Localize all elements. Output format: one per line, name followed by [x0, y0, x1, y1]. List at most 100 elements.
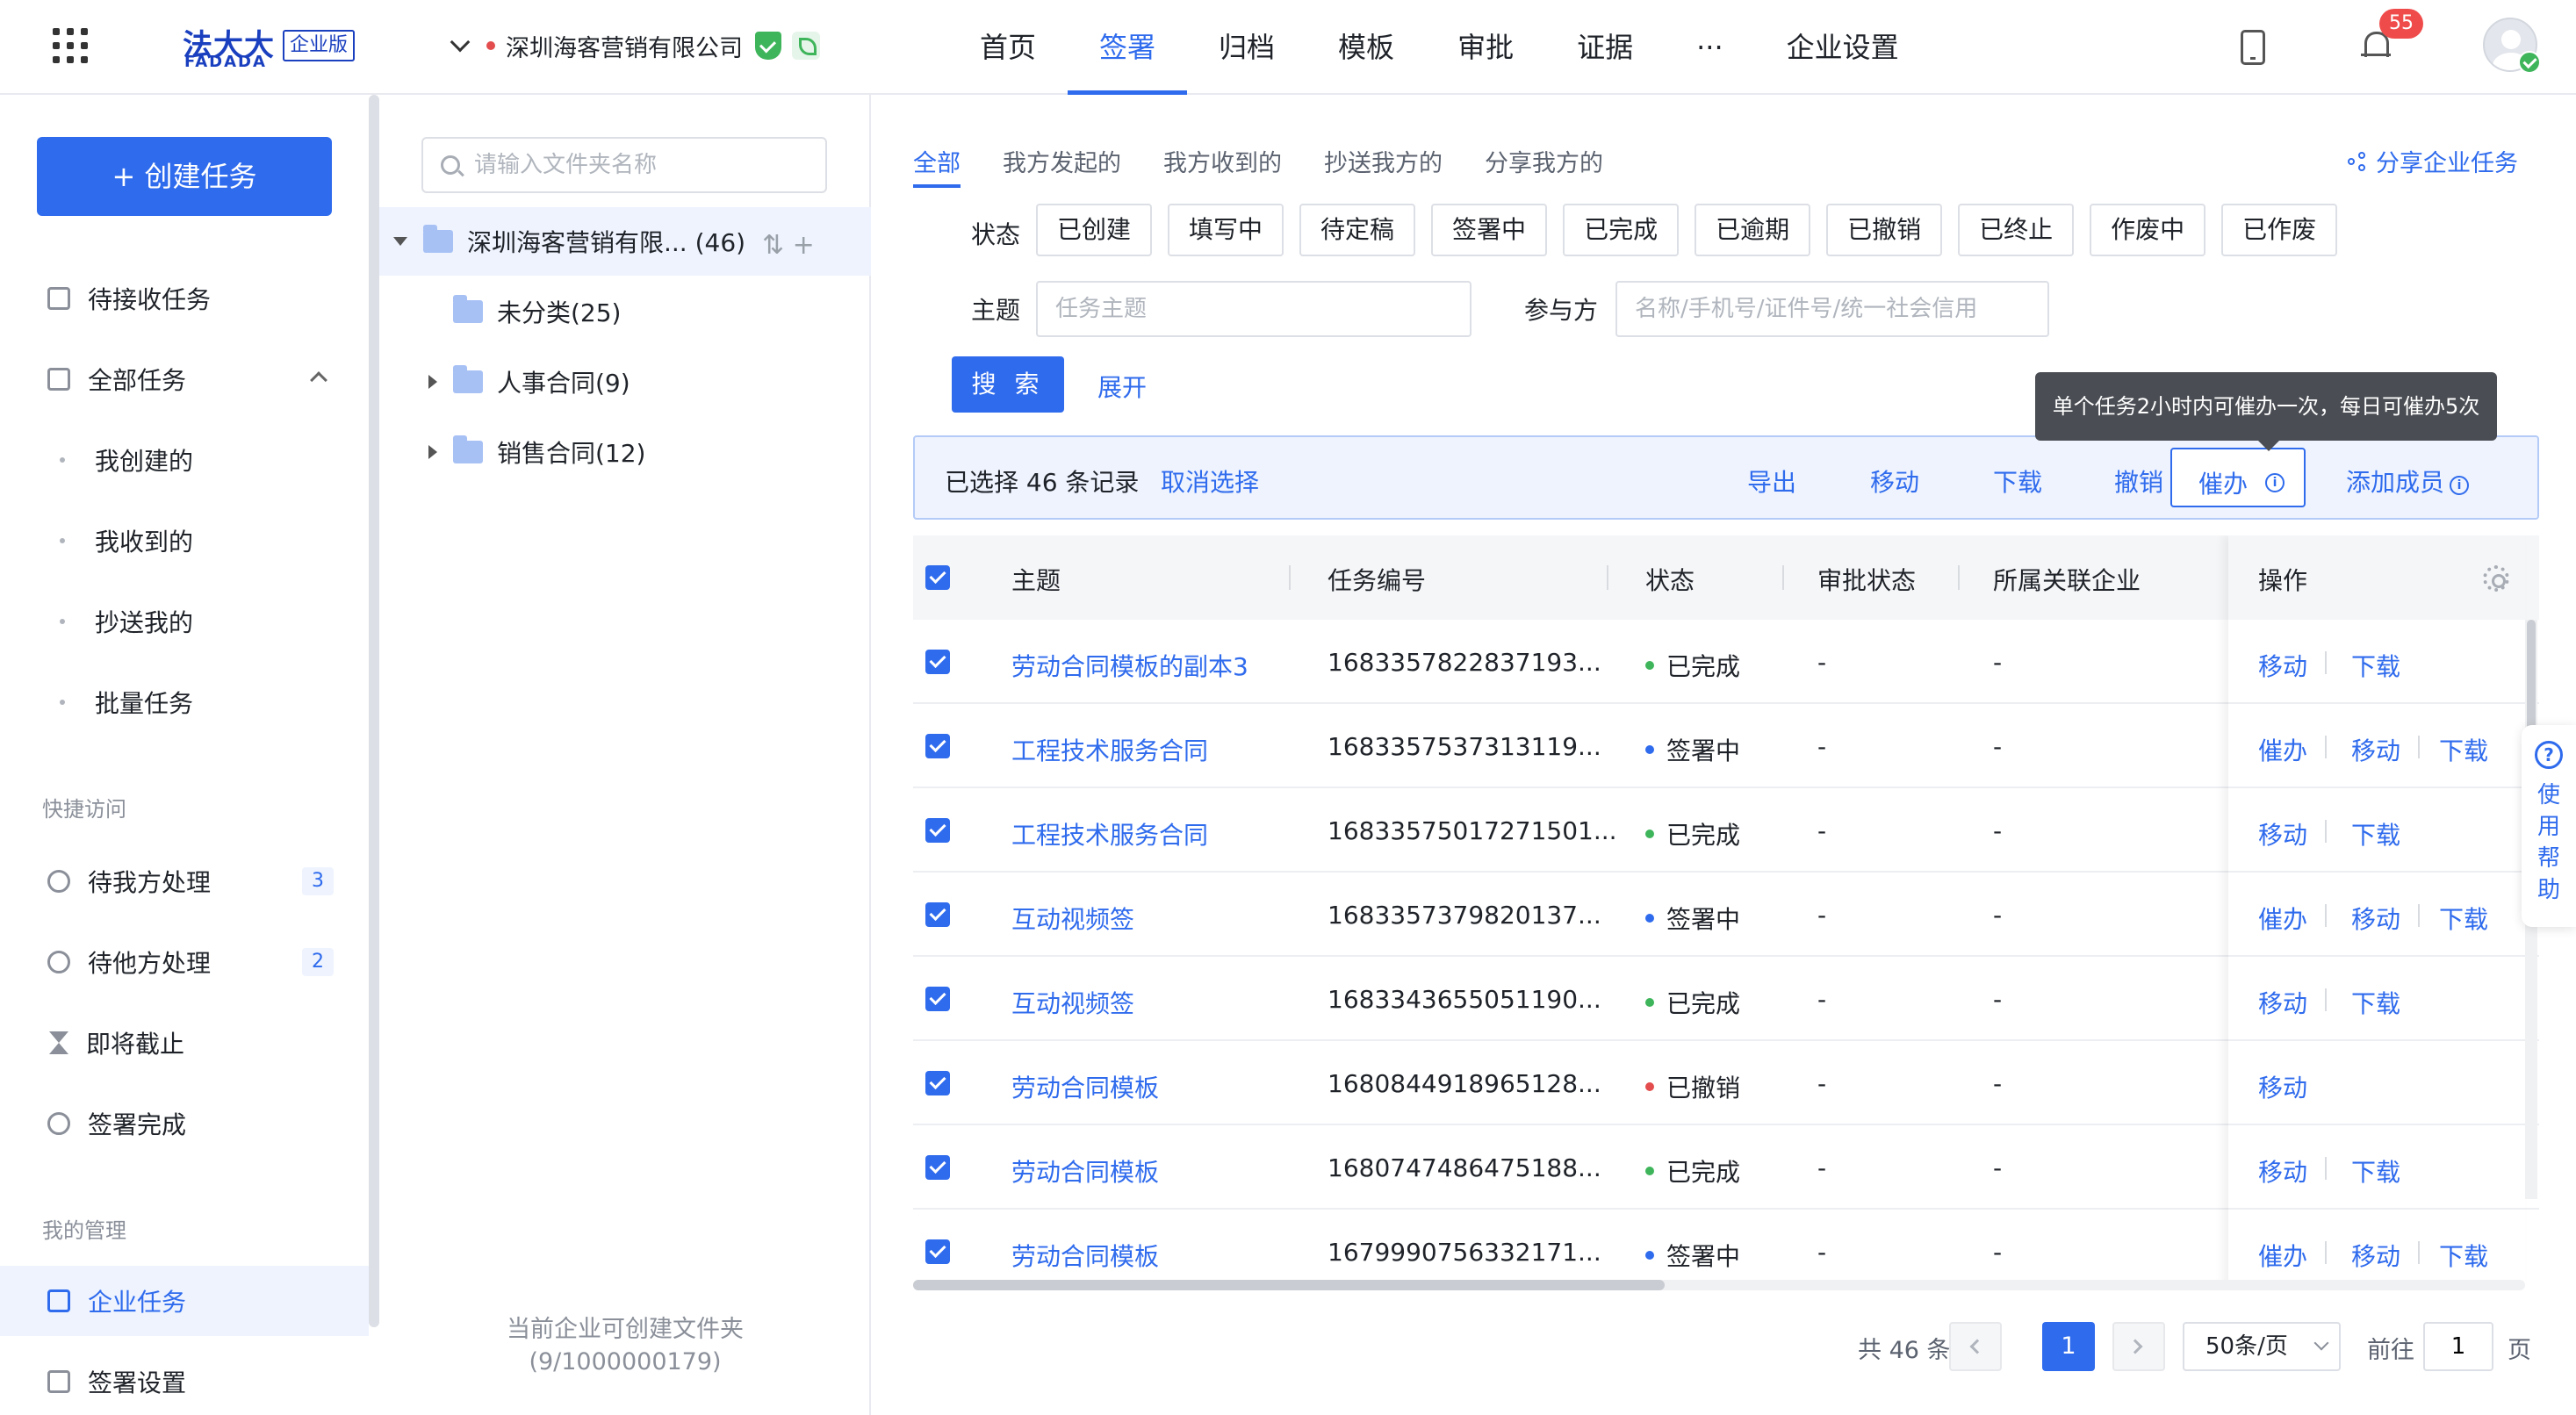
- column-header-subject[interactable]: 主题: [1011, 562, 1061, 597]
- column-header-task-number[interactable]: 任务编号: [1328, 562, 1426, 597]
- export-button[interactable]: 导出: [1747, 463, 1796, 499]
- folder-item[interactable]: 人事合同(9): [379, 348, 871, 416]
- status-chip[interactable]: 作废中: [2090, 204, 2206, 256]
- nav-item[interactable]: 模板: [1306, 0, 1426, 95]
- row-checkbox[interactable]: [925, 734, 950, 758]
- folder-root[interactable]: 深圳海客营销有限... (46) ⇅ +: [379, 207, 871, 276]
- row-checkbox[interactable]: [925, 650, 950, 674]
- company-switcher[interactable]: 深圳海客营销有限公司: [448, 26, 820, 65]
- task-title-link[interactable]: 劳动合同模板: [1011, 1153, 1159, 1189]
- row-checkbox[interactable]: [925, 818, 950, 843]
- row-checkbox[interactable]: [925, 1239, 950, 1264]
- row-action-link[interactable]: 移动: [2351, 732, 2400, 767]
- row-action-link[interactable]: 下载: [2439, 901, 2488, 936]
- gear-icon[interactable]: [2483, 565, 2509, 592]
- row-action-link[interactable]: 下载: [2351, 1153, 2400, 1189]
- status-chip[interactable]: 签署中: [1431, 204, 1548, 256]
- help-float-button[interactable]: ? 使用帮助: [2522, 725, 2576, 927]
- row-action-link[interactable]: 移动: [2258, 1153, 2307, 1189]
- task-title-link[interactable]: 互动视频签: [1011, 985, 1134, 1020]
- nav-item[interactable]: 归档: [1187, 0, 1306, 95]
- nav-item[interactable]: 首页: [948, 0, 1068, 95]
- status-chip[interactable]: 已完成: [1563, 204, 1680, 256]
- sidebar-subitem-batch[interactable]: 批量任务: [0, 667, 369, 737]
- status-chip[interactable]: 已作废: [2221, 204, 2338, 256]
- caret-right-icon[interactable]: [428, 445, 437, 459]
- nav-item[interactable]: 企业设置: [1755, 0, 1931, 95]
- row-action-link[interactable]: 催办: [2258, 1238, 2307, 1273]
- task-tab[interactable]: 全部: [913, 144, 961, 188]
- nav-item[interactable]: ···: [1665, 0, 1755, 95]
- row-action-link[interactable]: 移动: [2351, 1238, 2400, 1273]
- table-horizontal-scrollbar[interactable]: [913, 1280, 2525, 1290]
- row-action-link[interactable]: 下载: [2351, 816, 2400, 851]
- expand-filters-link[interactable]: 展开: [1097, 369, 1147, 404]
- status-chip[interactable]: 填写中: [1168, 204, 1284, 256]
- prev-page-button[interactable]: [1949, 1322, 2002, 1371]
- task-title-link[interactable]: 工程技术服务合同: [1011, 816, 1208, 851]
- current-page-button[interactable]: 1: [2042, 1322, 2095, 1371]
- column-header-status[interactable]: 状态: [1645, 562, 1695, 597]
- nav-item[interactable]: 签署: [1068, 0, 1188, 95]
- sidebar-subitem-created[interactable]: 我创建的: [0, 425, 369, 495]
- folder-tools[interactable]: ⇅ +: [762, 230, 815, 261]
- row-action-link[interactable]: 催办: [2258, 732, 2307, 767]
- urge-button[interactable]: 催办 i: [2170, 448, 2306, 507]
- row-action-link[interactable]: 移动: [2258, 1069, 2307, 1104]
- nav-item[interactable]: 证据: [1545, 0, 1665, 95]
- sidebar-item-pending-receive[interactable]: 待接收任务: [0, 263, 369, 334]
- row-action-link[interactable]: 移动: [2258, 648, 2307, 683]
- sidebar-item-all-tasks[interactable]: 全部任务: [0, 344, 369, 414]
- row-checkbox[interactable]: [925, 1071, 950, 1095]
- sidebar-item-sign-settings[interactable]: 签署设置: [0, 1347, 369, 1415]
- row-checkbox[interactable]: [925, 987, 950, 1011]
- status-chip[interactable]: 已撤销: [1826, 204, 1943, 256]
- page-size-select[interactable]: 50条/页: [2183, 1322, 2341, 1371]
- task-title-link[interactable]: 劳动合同模板的副本3: [1011, 648, 1248, 683]
- nav-item[interactable]: 审批: [1426, 0, 1545, 95]
- task-tab[interactable]: 抄送我方的: [1324, 144, 1443, 188]
- row-checkbox[interactable]: [925, 1155, 950, 1180]
- share-enterprise-tasks-link[interactable]: 分享企业任务: [2348, 144, 2518, 178]
- sidebar-subitem-cc[interactable]: 抄送我的: [0, 586, 369, 657]
- row-action-link[interactable]: 下载: [2439, 1238, 2488, 1273]
- cancel-selection-link[interactable]: 取消选择: [1161, 463, 1259, 499]
- search-button[interactable]: 搜 索: [952, 356, 1064, 413]
- sidebar-subitem-received[interactable]: 我收到的: [0, 506, 369, 576]
- task-title-link[interactable]: 工程技术服务合同: [1011, 732, 1208, 767]
- add-member-button[interactable]: 添加成员 i: [2346, 463, 2470, 499]
- task-tab[interactable]: 我方收到的: [1163, 144, 1282, 188]
- row-action-link[interactable]: 下载: [2351, 985, 2400, 1020]
- task-title-link[interactable]: 互动视频签: [1011, 901, 1134, 936]
- folder-item[interactable]: 销售合同(12): [379, 418, 871, 486]
- select-all-checkbox[interactable]: [925, 565, 950, 590]
- task-title-link[interactable]: 劳动合同模板: [1011, 1238, 1159, 1273]
- folder-item[interactable]: 未分类(25): [379, 277, 871, 346]
- status-chip[interactable]: 已逾期: [1695, 204, 1811, 256]
- app-grid-icon[interactable]: [53, 28, 88, 63]
- sidebar-item-completed[interactable]: 签署完成: [0, 1088, 369, 1159]
- column-header-corp[interactable]: 所属关联企业: [1993, 562, 2141, 597]
- subject-input[interactable]: [1036, 281, 1471, 337]
- row-action-link[interactable]: 下载: [2439, 732, 2488, 767]
- task-tab[interactable]: 我方发起的: [1003, 144, 1121, 188]
- sidebar-scrollbar[interactable]: [369, 95, 379, 1327]
- revoke-button[interactable]: 撤销: [2114, 463, 2163, 499]
- goto-page-input[interactable]: [2423, 1322, 2493, 1371]
- sidebar-item-expiring[interactable]: 即将截止: [0, 1008, 369, 1078]
- column-header-approval[interactable]: 审批状态: [1817, 562, 1916, 597]
- status-chip[interactable]: 已终止: [1958, 204, 2075, 256]
- create-task-button[interactable]: + 创建任务: [37, 137, 332, 216]
- status-chip[interactable]: 已创建: [1036, 204, 1153, 256]
- status-chip[interactable]: 待定稿: [1299, 204, 1416, 256]
- party-input[interactable]: [1615, 281, 2049, 337]
- sidebar-item-pending-us[interactable]: 待我方处理 3: [0, 846, 369, 916]
- folder-search-input[interactable]: [474, 152, 808, 178]
- row-action-link[interactable]: 下载: [2351, 648, 2400, 683]
- row-action-link[interactable]: 移动: [2351, 901, 2400, 936]
- caret-down-icon[interactable]: [393, 237, 407, 246]
- download-button[interactable]: 下载: [1993, 463, 2042, 499]
- task-tab[interactable]: 分享我方的: [1485, 144, 1603, 188]
- row-checkbox[interactable]: [925, 902, 950, 927]
- move-button[interactable]: 移动: [1870, 463, 1919, 499]
